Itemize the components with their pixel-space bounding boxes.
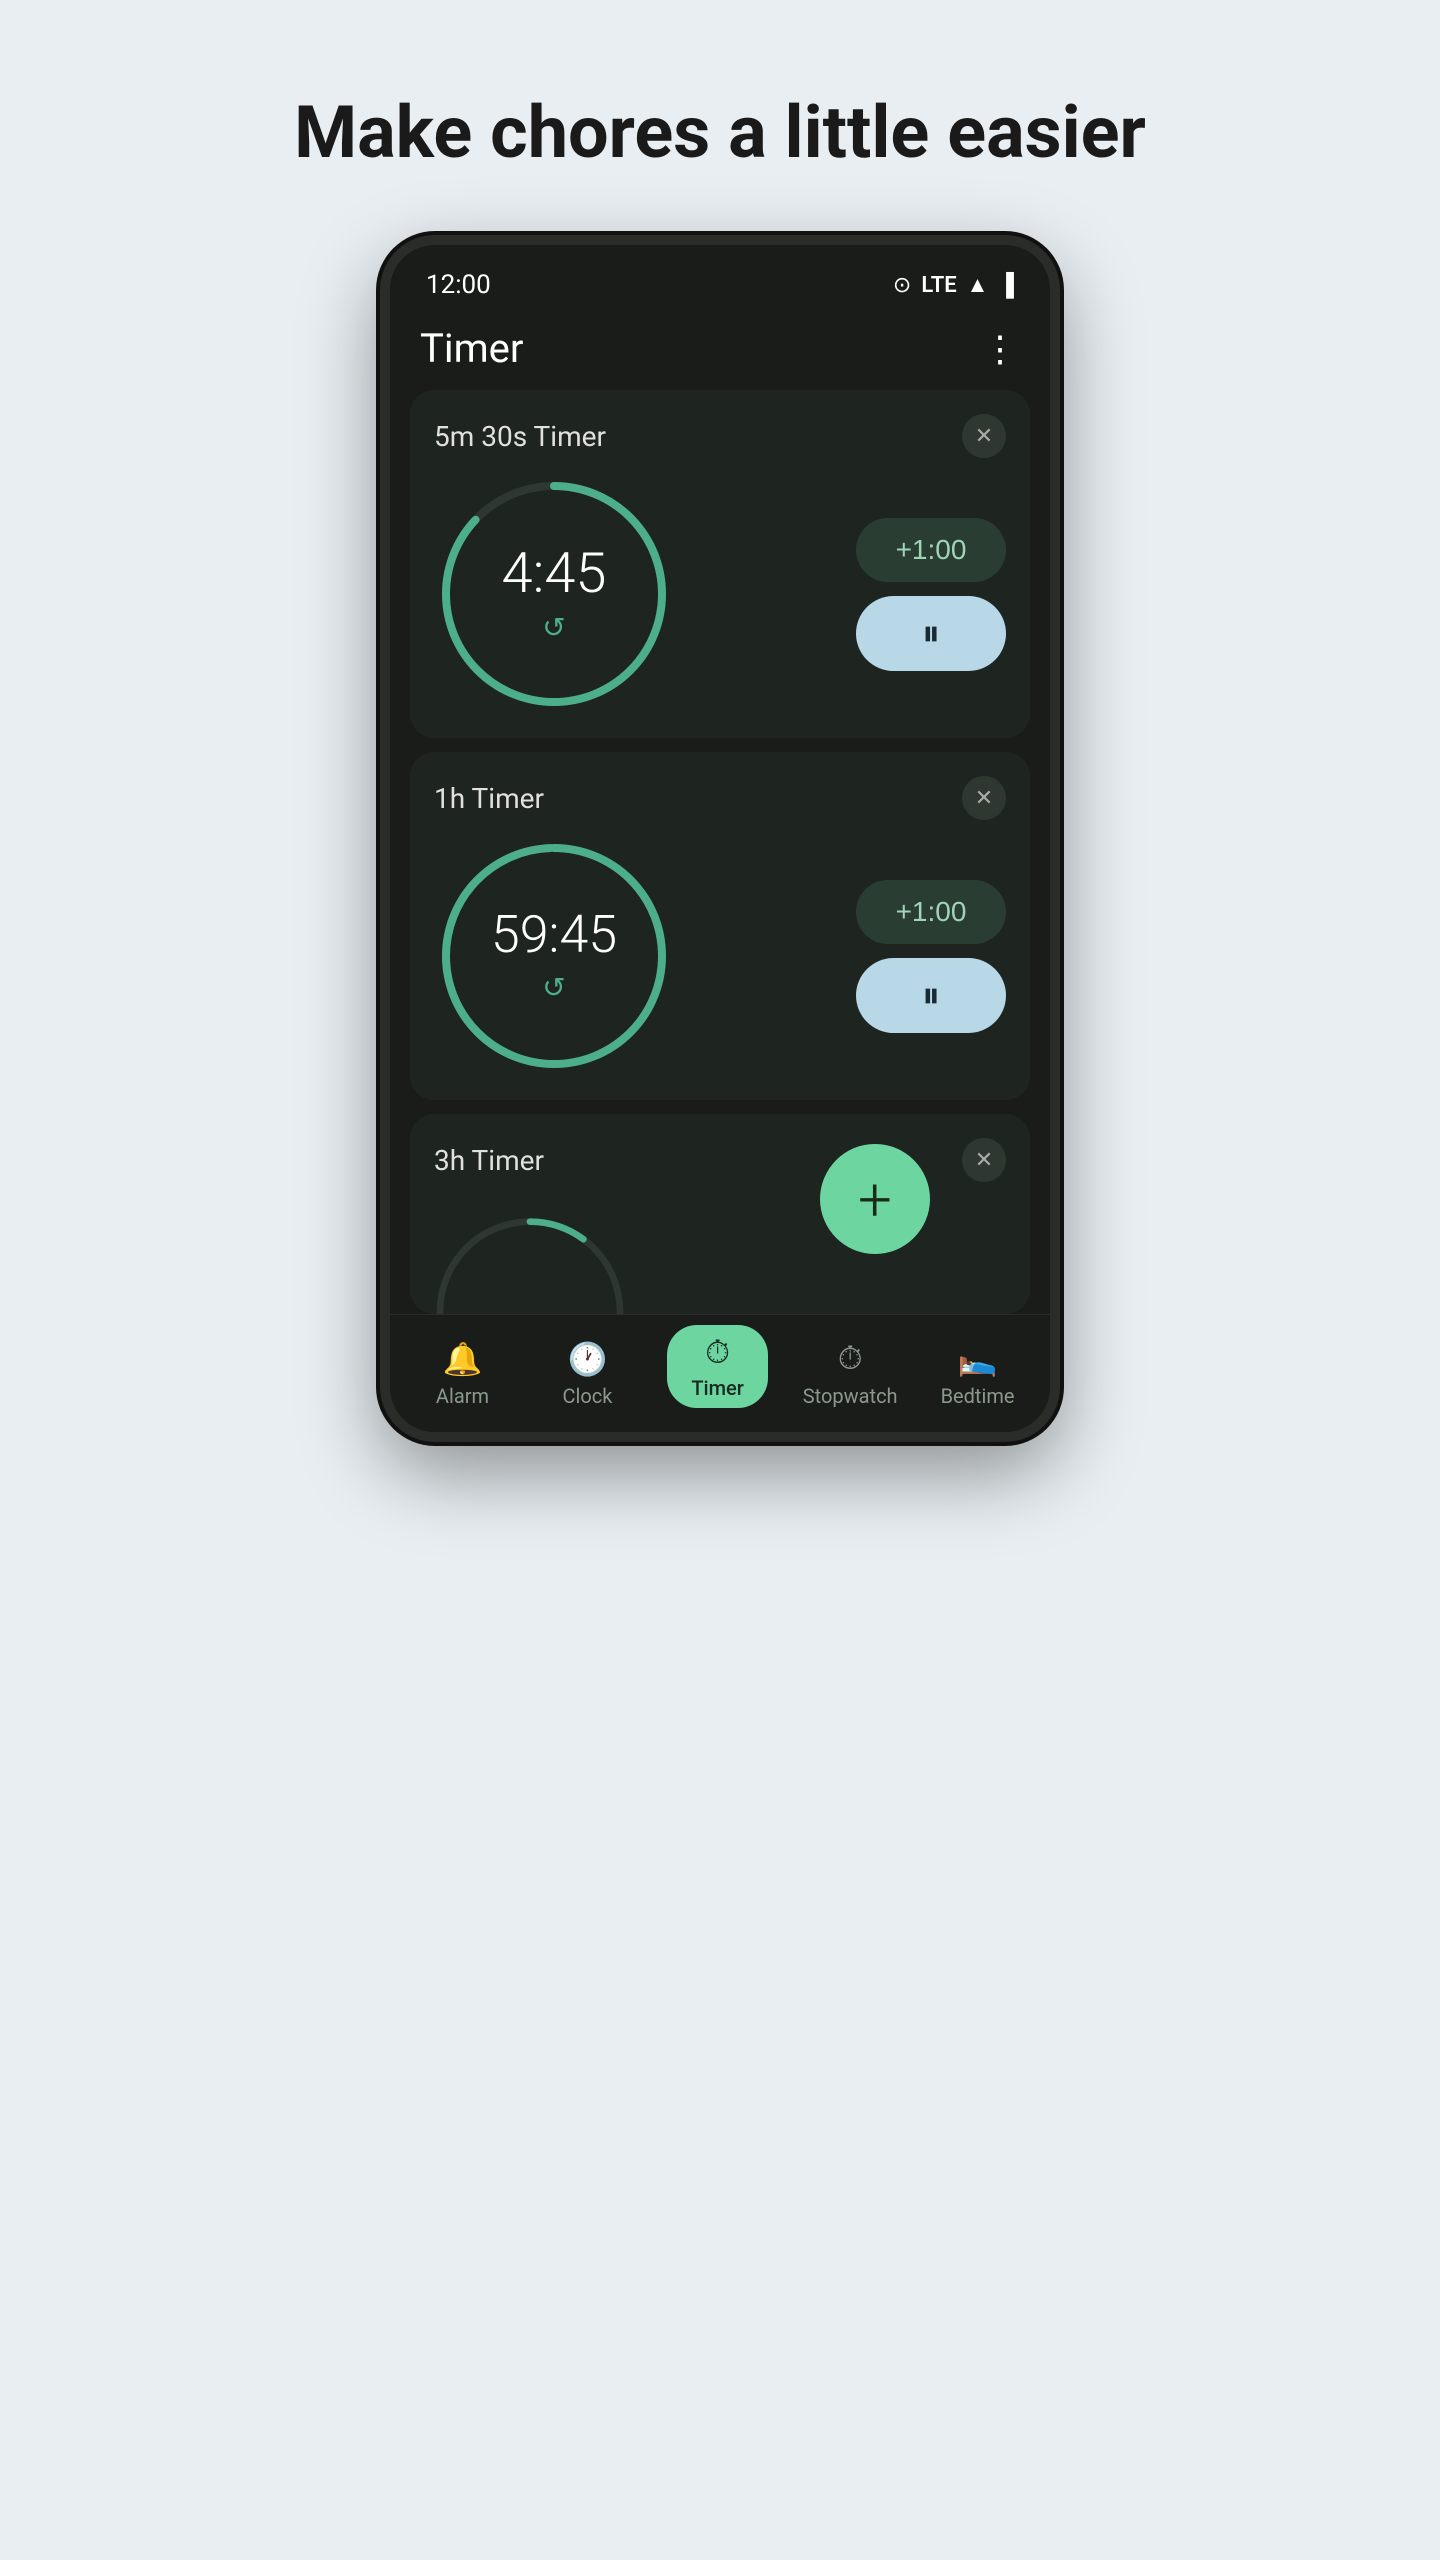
timer-3-label: 3h Timer bbox=[434, 1144, 544, 1177]
bottom-nav: 🔔 Alarm 🕐 Clock ⏱ Timer ⏱ Stopwatch 🛌 Be… bbox=[390, 1314, 1050, 1432]
timer-3-arc bbox=[430, 1210, 630, 1314]
status-icons: ⊙ LTE ▲ ▐ bbox=[893, 272, 1014, 298]
nav-item-bedtime[interactable]: 🛌 Bedtime bbox=[933, 1340, 1023, 1408]
timers-list: 5m 30s Timer ✕ 4:45 ↺ +1:00 ⏸ bbox=[390, 390, 1050, 1314]
timer-1-add-button[interactable]: +1:00 bbox=[856, 518, 1006, 582]
timer-2-add-button[interactable]: +1:00 bbox=[856, 880, 1006, 944]
timer-2-close-button[interactable]: ✕ bbox=[962, 776, 1006, 820]
timer-nav-icon: ⏱ bbox=[705, 1333, 730, 1372]
timer-card-1: 5m 30s Timer ✕ 4:45 ↺ +1:00 ⏸ bbox=[410, 390, 1030, 738]
status-time: 12:00 bbox=[426, 270, 491, 300]
page-tagline: Make chores a little easier bbox=[294, 90, 1146, 175]
timer-1-refresh-icon: ↺ bbox=[542, 611, 565, 644]
nav-clock-label: Clock bbox=[562, 1384, 612, 1408]
timer-1-label: 5m 30s Timer bbox=[434, 420, 606, 453]
app-header: Timer ⋮ bbox=[390, 315, 1050, 390]
nav-item-stopwatch[interactable]: ⏱ Stopwatch bbox=[803, 1339, 898, 1408]
timer-3-add-fab-button[interactable]: + bbox=[820, 1144, 930, 1254]
timer-1-time: 4:45 bbox=[502, 545, 607, 601]
battery-icon: ▐ bbox=[998, 272, 1014, 298]
timer-2-pause-button[interactable]: ⏸ bbox=[856, 958, 1006, 1033]
clock-nav-icon: 🕐 bbox=[567, 1340, 607, 1378]
timer-card-2: 1h Timer ✕ 59:45 ↺ +1:00 ⏸ bbox=[410, 752, 1030, 1100]
nav-timer-label: Timer bbox=[691, 1376, 744, 1400]
timer-2-circle[interactable]: 59:45 ↺ bbox=[434, 836, 674, 1076]
timer-1-close-button[interactable]: ✕ bbox=[962, 414, 1006, 458]
nav-alarm-label: Alarm bbox=[436, 1384, 489, 1408]
more-menu-button[interactable]: ⋮ bbox=[982, 328, 1020, 370]
timer-1-circle[interactable]: 4:45 ↺ bbox=[434, 474, 674, 714]
signal-icon: ▲ bbox=[967, 272, 989, 298]
app-title: Timer bbox=[420, 325, 523, 372]
timer-2-refresh-icon: ↺ bbox=[542, 971, 565, 1004]
status-bar: 12:00 ⊙ LTE ▲ ▐ bbox=[390, 245, 1050, 315]
lte-label: LTE bbox=[921, 273, 956, 298]
timer-card-3: 3h Timer ✕ + bbox=[410, 1114, 1030, 1314]
nav-item-clock[interactable]: 🕐 Clock bbox=[542, 1340, 632, 1408]
bedtime-nav-icon: 🛌 bbox=[958, 1340, 998, 1378]
nav-item-timer[interactable]: ⏱ Timer bbox=[667, 1325, 768, 1408]
stopwatch-nav-icon: ⏱ bbox=[838, 1339, 863, 1378]
phone-frame: 12:00 ⊙ LTE ▲ ▐ Timer ⋮ 5m 30s Timer ✕ bbox=[380, 235, 1060, 1442]
alarm-icon: 🔔 bbox=[443, 1340, 483, 1378]
wifi-icon: ⊙ bbox=[893, 273, 911, 298]
timer-3-close-button[interactable]: ✕ bbox=[962, 1138, 1006, 1182]
nav-item-alarm[interactable]: 🔔 Alarm bbox=[417, 1340, 507, 1408]
timer-2-label: 1h Timer bbox=[434, 782, 544, 815]
nav-bedtime-label: Bedtime bbox=[941, 1384, 1015, 1408]
timer-1-pause-button[interactable]: ⏸ bbox=[856, 596, 1006, 671]
timer-2-time: 59:45 bbox=[491, 909, 617, 961]
nav-stopwatch-label: Stopwatch bbox=[803, 1384, 898, 1408]
